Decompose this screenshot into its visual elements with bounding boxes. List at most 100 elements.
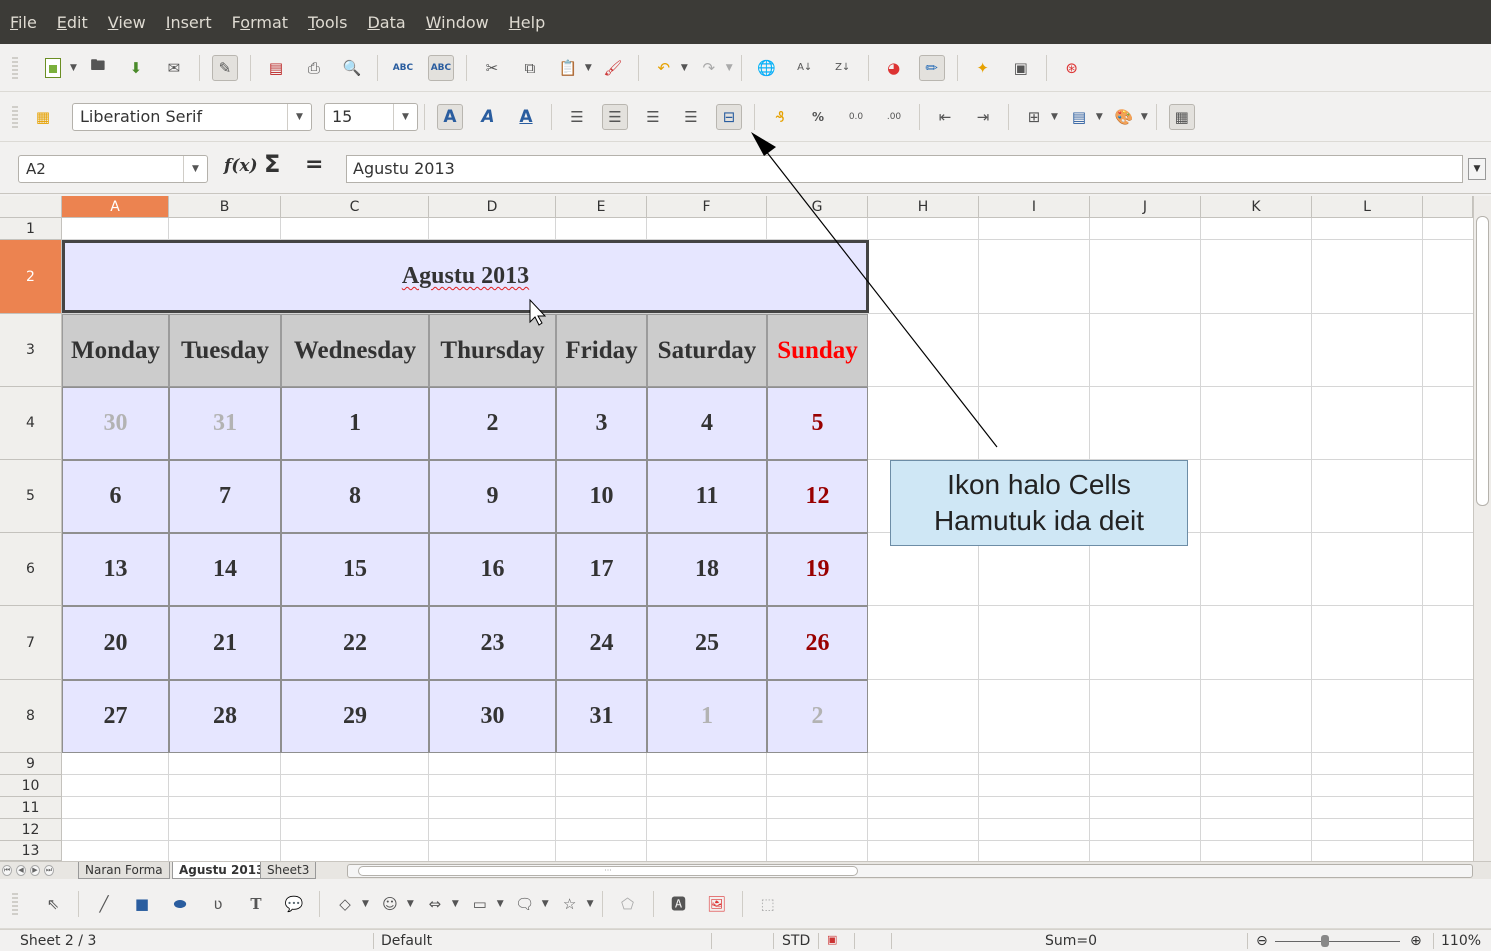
row-header-3[interactable]: 3 xyxy=(0,314,62,387)
column-header-c[interactable]: C xyxy=(281,196,429,218)
column-header-l[interactable]: L xyxy=(1312,196,1423,218)
weekday-header-saturday[interactable]: Saturday xyxy=(647,314,767,387)
status-selection-mode[interactable]: STD xyxy=(782,933,810,949)
new-document-icon[interactable] xyxy=(40,55,66,81)
row-header-2[interactable]: 2 xyxy=(0,240,62,314)
row-header-6[interactable]: 6 xyxy=(0,533,62,606)
next-sheet-icon[interactable]: ▶ xyxy=(30,865,40,876)
show-draw-functions-icon[interactable]: ✏ xyxy=(918,54,945,81)
menu-data[interactable]: Data xyxy=(367,13,405,32)
date-cell[interactable]: 29 xyxy=(281,680,429,753)
weekday-header-sunday[interactable]: Sunday xyxy=(767,314,868,387)
column-header-b[interactable]: B xyxy=(169,196,281,218)
menu-file[interactable]: File xyxy=(10,13,37,32)
function-wizard-icon[interactable]: f(x) xyxy=(224,156,258,176)
function-equals-icon[interactable]: = xyxy=(305,152,323,177)
column-header-e[interactable]: E xyxy=(556,196,647,218)
horizontal-scrollbar-thumb[interactable]: ··· xyxy=(358,866,858,876)
row-header-7[interactable]: 7 xyxy=(0,606,62,680)
date-cell-sunday[interactable]: 5 xyxy=(767,387,868,460)
undo-icon[interactable]: ↶ xyxy=(651,55,677,81)
block-arrows-icon[interactable]: ⇔ xyxy=(422,891,448,917)
zoom-slider-handle[interactable] xyxy=(1321,935,1329,947)
date-cell-sunday[interactable]: 12 xyxy=(767,460,868,533)
print-icon[interactable]: ⎙ xyxy=(301,55,327,81)
menu-format[interactable]: Format xyxy=(232,13,288,32)
date-cell[interactable]: 21 xyxy=(169,606,281,680)
date-cell[interactable]: 30 xyxy=(62,387,169,460)
status-page-style[interactable]: Default xyxy=(381,933,432,949)
merge-cells-icon[interactable]: ⊟ xyxy=(716,103,742,130)
calendar-title-cell[interactable]: Agustu 2013 xyxy=(62,240,869,313)
date-cell-sunday[interactable]: 26 xyxy=(767,606,868,680)
date-cell[interactable]: 2 xyxy=(429,387,556,460)
menu-help[interactable]: Help xyxy=(509,13,545,32)
date-cell[interactable]: 27 xyxy=(62,680,169,753)
horizontal-scrollbar[interactable]: ··· xyxy=(347,864,1473,878)
date-cell[interactable]: 3 xyxy=(556,387,647,460)
percent-format-icon[interactable]: % xyxy=(805,104,831,130)
export-pdf-icon[interactable]: ▤ xyxy=(263,55,289,81)
date-cell[interactable]: 30 xyxy=(429,680,556,753)
date-cell[interactable]: 8 xyxy=(281,460,429,533)
weekday-header-monday[interactable]: Monday xyxy=(62,314,169,387)
name-box[interactable]: A2 ▼ xyxy=(18,155,208,183)
fontwork-icon[interactable]: 🅰 xyxy=(666,891,692,917)
redo-icon[interactable]: ↷ xyxy=(696,55,722,81)
toggle-grid-icon[interactable]: ▦ xyxy=(1168,103,1195,130)
increase-indent-icon[interactable]: ⇥ xyxy=(970,104,996,130)
chevron-down-icon[interactable]: ▼ xyxy=(183,156,207,182)
help-lifebuoy-icon[interactable]: ⊛ xyxy=(1059,55,1085,81)
basic-shapes-icon[interactable]: ◇ xyxy=(332,891,358,917)
menu-insert[interactable]: Insert xyxy=(166,13,212,32)
align-right-icon[interactable]: ☰ xyxy=(640,104,666,130)
date-cell[interactable]: 25 xyxy=(647,606,767,680)
sheet-tab-naran-forma[interactable]: Naran Forma xyxy=(78,862,170,879)
row-header-4[interactable]: 4 xyxy=(0,387,62,460)
column-header-f[interactable]: F xyxy=(647,196,767,218)
column-header-h[interactable]: H xyxy=(868,196,979,218)
clone-formatting-icon[interactable]: 🖌 xyxy=(600,55,626,81)
column-header-g[interactable]: G xyxy=(767,196,868,218)
save-icon[interactable]: ⬇ xyxy=(123,55,149,81)
weekday-header-wednesday[interactable]: Wednesday xyxy=(281,314,429,387)
zoom-in-icon[interactable]: ⊕ xyxy=(1410,933,1422,949)
line-icon[interactable]: ╱ xyxy=(91,891,117,917)
column-header-a[interactable]: A xyxy=(62,196,169,218)
date-cell[interactable]: 23 xyxy=(429,606,556,680)
sort-descending-icon[interactable]: Z↓ xyxy=(830,55,856,81)
sort-ascending-icon[interactable]: A↓ xyxy=(792,55,818,81)
toolbar-grip[interactable] xyxy=(12,105,18,128)
row-header-8[interactable]: 8 xyxy=(0,680,62,753)
callouts-dropdown-arrow-icon[interactable]: ▼ xyxy=(542,899,549,909)
background-color-icon[interactable]: ▤ xyxy=(1066,104,1092,130)
date-cell[interactable]: 24 xyxy=(556,606,647,680)
date-cell[interactable]: 18 xyxy=(647,533,767,606)
weekday-header-friday[interactable]: Friday xyxy=(556,314,647,387)
decrease-indent-icon[interactable]: ⇤ xyxy=(932,104,958,130)
zoom-level[interactable]: 110% xyxy=(1441,933,1481,949)
autospellcheck-icon[interactable]: ABC xyxy=(427,54,454,81)
add-decimal-icon[interactable]: .00 xyxy=(881,104,907,130)
block-arrows-dropdown-arrow-icon[interactable]: ▼ xyxy=(452,899,459,909)
previous-sheet-icon[interactable]: ◀ xyxy=(16,865,26,876)
date-cell[interactable]: 20 xyxy=(62,606,169,680)
date-cell[interactable]: 22 xyxy=(281,606,429,680)
date-cell[interactable]: 7 xyxy=(169,460,281,533)
symbol-shapes-dropdown-arrow-icon[interactable]: ▼ xyxy=(407,899,414,909)
row-header-9[interactable]: 9 xyxy=(0,753,62,775)
row-header-5[interactable]: 5 xyxy=(0,460,62,533)
weekday-header-thursday[interactable]: Thursday xyxy=(429,314,556,387)
menu-edit[interactable]: Edit xyxy=(57,13,88,32)
standard-format-icon[interactable]: 0.0 xyxy=(843,104,869,130)
extrusion-toggle-icon[interactable]: ⬚ xyxy=(755,891,781,917)
align-center-icon[interactable]: ☰ xyxy=(602,103,628,130)
navigator-icon[interactable]: ✦ xyxy=(970,55,996,81)
row-header-13[interactable]: 13 xyxy=(0,841,62,861)
zoom-slider[interactable] xyxy=(1275,941,1400,942)
date-cell[interactable]: 15 xyxy=(281,533,429,606)
bold-icon[interactable]: A xyxy=(437,103,463,130)
expand-formula-bar-icon[interactable]: ▼ xyxy=(1468,158,1486,180)
open-folder-icon[interactable]: 🖿 xyxy=(85,55,111,81)
background-dropdown-arrow-icon[interactable]: ▼ xyxy=(1096,112,1103,122)
